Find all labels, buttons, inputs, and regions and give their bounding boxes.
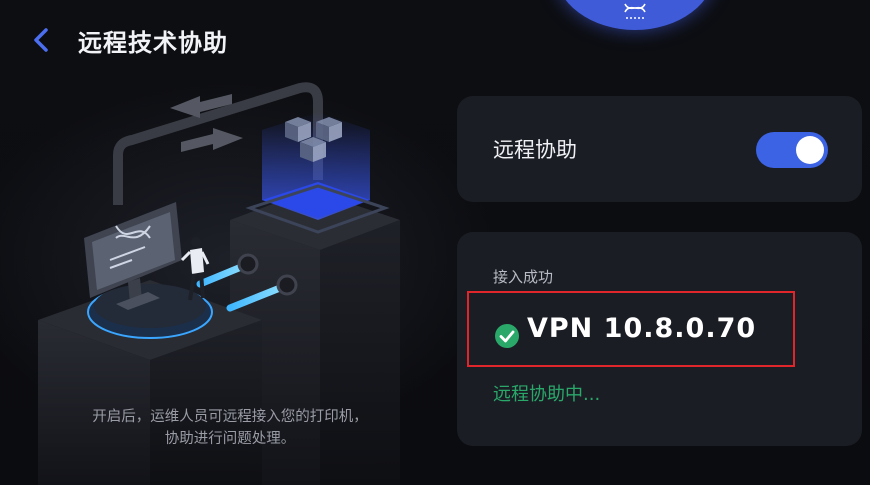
remote-assist-label: 远程协助: [493, 138, 577, 162]
chevron-left-icon: [34, 28, 48, 52]
caption-line: 协助进行问题处理。: [164, 431, 296, 447]
assist-progress-text: 远程协助中...: [493, 384, 601, 405]
caption-line: 开启后，运维人员可远程接入您的打印机，: [92, 409, 368, 425]
switch-knob: [796, 136, 824, 164]
vpn-address: VPN 10.8.0.70: [527, 313, 757, 344]
check-circle-icon: [495, 324, 519, 348]
connection-status-label: 接入成功: [493, 268, 554, 286]
remote-assist-switch[interactable]: [756, 132, 828, 168]
illustration-caption: 开启后，运维人员可远程接入您的打印机， 协助进行问题处理。: [40, 406, 420, 450]
header: 远程技术协助: [28, 22, 228, 58]
vpn-highlight-box: VPN 10.8.0.70: [467, 291, 795, 367]
remote-assist-toggle-card: 远程协助: [457, 96, 862, 202]
back-button[interactable]: [28, 22, 54, 58]
page-title: 远程技术协助: [78, 28, 228, 57]
connection-status-card: 接入成功 VPN 10.8.0.70 远程协助中...: [457, 232, 862, 446]
remote-link-icon: [624, 3, 646, 19]
